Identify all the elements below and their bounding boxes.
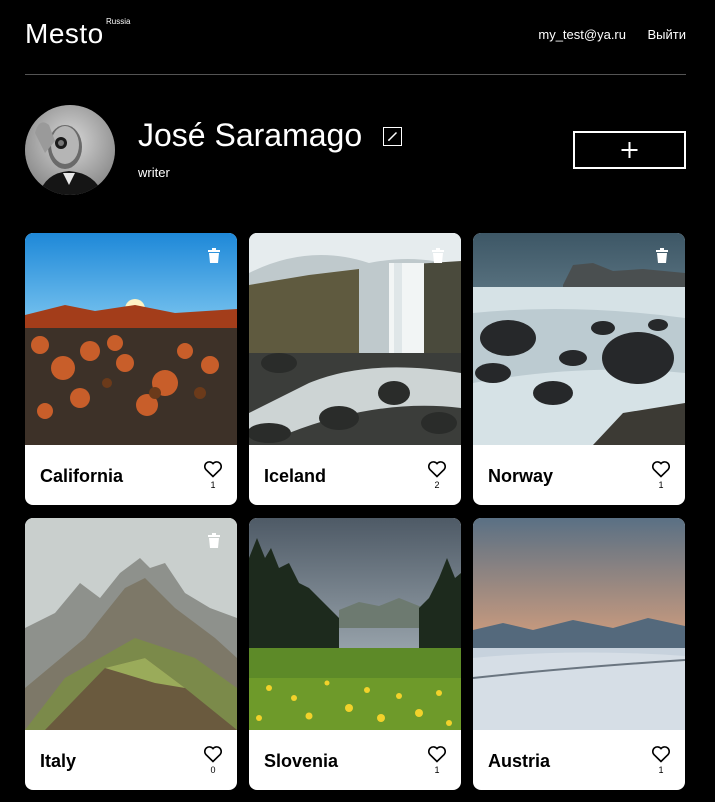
card-image[interactable]: [249, 518, 461, 730]
avatar-image: [25, 105, 115, 195]
heart-icon: [427, 461, 447, 478]
delete-card-button[interactable]: [655, 248, 669, 264]
card: Iceland 2: [249, 233, 461, 505]
card-title: Austria: [488, 751, 551, 771]
heart-icon: [203, 461, 223, 478]
like-button[interactable]: [651, 745, 671, 765]
heart-icon: [203, 746, 223, 763]
like-count: 1: [658, 480, 664, 490]
like-button[interactable]: [203, 745, 223, 765]
like-count: 2: [434, 480, 440, 490]
card: Slovenia 1: [249, 518, 461, 790]
profile-name: José Saramago: [138, 117, 363, 153]
delete-card-button[interactable]: [207, 533, 221, 549]
avatar[interactable]: [25, 105, 115, 195]
profile: José Saramago writer: [25, 105, 686, 197]
trash-icon: [656, 248, 668, 263]
delete-card-button[interactable]: [207, 248, 221, 264]
heart-icon: [651, 746, 671, 763]
logo: Mesto: [25, 18, 104, 49]
like-count: 1: [434, 765, 440, 775]
card: Austria 1: [473, 518, 685, 790]
pencil-icon: [387, 131, 398, 142]
card-title: Iceland: [264, 466, 327, 486]
like-count: 0: [210, 765, 216, 775]
add-card-button[interactable]: [573, 131, 686, 169]
profile-about: writer: [138, 165, 170, 180]
logout-link[interactable]: Выйти: [648, 27, 687, 42]
plus-icon: [621, 142, 638, 158]
card-image[interactable]: [249, 233, 461, 445]
like-button[interactable]: [203, 460, 223, 480]
heart-icon: [427, 746, 447, 763]
trash-icon: [208, 533, 220, 548]
card-title: California: [40, 466, 124, 486]
card-title: Norway: [488, 466, 554, 486]
card-title: Italy: [40, 751, 77, 771]
card-image[interactable]: [473, 518, 685, 730]
like-count: 1: [658, 765, 664, 775]
card-image[interactable]: [25, 233, 237, 445]
like-button[interactable]: [651, 460, 671, 480]
trash-icon: [432, 248, 444, 263]
card-title: Slovenia: [264, 751, 339, 771]
delete-card-button[interactable]: [431, 248, 445, 264]
user-email: my_test@ya.ru: [538, 27, 626, 42]
like-button[interactable]: [427, 745, 447, 765]
card-image[interactable]: [473, 233, 685, 445]
card-image[interactable]: [25, 518, 237, 730]
site-header: Mesto Russia my_test@ya.ru Выйти: [25, 0, 686, 75]
heart-icon: [651, 461, 671, 478]
edit-profile-button[interactable]: [383, 127, 402, 146]
like-count: 1: [210, 480, 216, 490]
like-button[interactable]: [427, 460, 447, 480]
card: Norway 1: [473, 233, 685, 505]
card: Italy 0: [25, 518, 237, 790]
trash-icon: [208, 248, 220, 263]
logo-country: Russia: [106, 17, 131, 26]
card: California 1: [25, 233, 237, 505]
